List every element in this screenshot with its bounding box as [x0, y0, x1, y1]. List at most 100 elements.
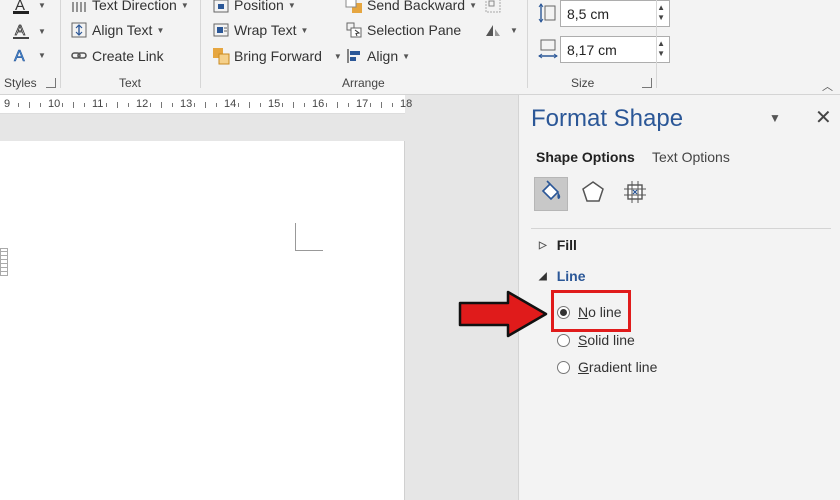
- close-icon[interactable]: ✕: [815, 105, 832, 130]
- group-objects-icon: [484, 0, 502, 14]
- text-group-label: Text: [119, 76, 142, 90]
- ruler-tick: [249, 102, 250, 108]
- ruler-tick: [84, 103, 85, 107]
- ruler-number: 15: [268, 98, 281, 110]
- solid-line-radio[interactable]: [557, 333, 570, 347]
- shape-width-input[interactable]: 8,17 cm ▲ ▼: [560, 36, 670, 63]
- spin-up-icon[interactable]: ▲: [657, 3, 665, 13]
- styles-dialog-launcher[interactable]: [46, 78, 56, 88]
- size-properties-icon: [622, 179, 648, 210]
- ruler-number: 12: [136, 98, 149, 110]
- pane-title: Format Shape: [531, 105, 684, 132]
- ruler-number: 18: [400, 98, 413, 110]
- selection-pane-icon: [345, 21, 363, 39]
- ruler-tick: [392, 103, 393, 107]
- ruler-tick: [194, 103, 195, 107]
- chevron-down-icon: ▼: [156, 25, 165, 35]
- chevron-down-icon: ▼: [180, 0, 189, 10]
- gradient-line-radio[interactable]: [557, 360, 570, 374]
- ruler-tick: [161, 102, 162, 108]
- bring-forward-button[interactable]: Bring Forward ▼: [212, 45, 342, 67]
- wrap-text-button[interactable]: Wrap Text ▼: [212, 19, 308, 41]
- fill-section-header[interactable]: ▷ Fill: [539, 237, 577, 253]
- text-fill-button[interactable]: A ▼: [12, 20, 46, 42]
- ruler-number: 16: [312, 98, 325, 110]
- horizontal-ruler[interactable]: 9 10 11 12 13 14 15 16 17 18: [0, 95, 412, 114]
- align-text-button[interactable]: Align Text ▼: [70, 19, 164, 41]
- ruler-number: 13: [180, 98, 193, 110]
- group-separator: [656, 0, 657, 88]
- document-page[interactable]: [0, 141, 405, 500]
- bring-forward-icon: [212, 47, 230, 65]
- svg-text:A: A: [14, 48, 25, 64]
- text-effects-button[interactable]: A ▼: [12, 44, 46, 66]
- styles-group-label: Styles: [4, 76, 37, 90]
- chevron-down-icon: ▼: [38, 0, 46, 10]
- chevron-down-icon: ▼: [333, 51, 342, 61]
- text-outline-button[interactable]: A ▼: [12, 0, 46, 16]
- spin-down-icon[interactable]: ▼: [657, 13, 665, 23]
- red-arrow-icon: [458, 290, 548, 338]
- chevron-down-icon: ▼: [402, 51, 411, 61]
- collapse-ribbon-icon[interactable]: ︿: [822, 78, 833, 94]
- ruler-tick: [117, 102, 118, 108]
- spin-up-icon[interactable]: ▲: [657, 39, 665, 49]
- ruler-tick: [150, 103, 151, 107]
- chevron-down-icon: ▼: [300, 25, 309, 35]
- pane-options-chevron-icon[interactable]: ▼: [769, 111, 781, 125]
- selection-pane-button[interactable]: Selection Pane: [345, 19, 461, 41]
- create-link-button[interactable]: Create Link: [70, 45, 164, 67]
- rotate-button[interactable]: ▼: [484, 19, 518, 41]
- tab-text-options[interactable]: Text Options: [652, 149, 730, 165]
- document-area: [0, 114, 518, 500]
- ruler-tick: [304, 103, 305, 107]
- align-text-icon: [70, 21, 88, 39]
- group-objects-button[interactable]: [484, 0, 506, 16]
- ruler-tick: [282, 103, 283, 107]
- send-backward-button[interactable]: Send Backward ▼: [345, 0, 477, 16]
- group-separator: [200, 0, 201, 88]
- ruler-tick: [348, 103, 349, 107]
- ruler-number: 17: [356, 98, 369, 110]
- shape-width-icon: [538, 38, 558, 65]
- ruler-tick: [205, 102, 206, 108]
- margin-corner-mark: [295, 223, 323, 251]
- width-spinner[interactable]: ▲ ▼: [657, 39, 665, 59]
- spin-down-icon[interactable]: ▼: [657, 49, 665, 59]
- group-separator: [527, 0, 528, 88]
- text-effects-icon: A: [12, 46, 30, 64]
- ruler-tick: [18, 103, 19, 107]
- solid-line-option[interactable]: Solid line: [557, 332, 635, 348]
- position-button[interactable]: Position ▼: [212, 0, 296, 16]
- fill-and-line-tab[interactable]: [534, 177, 568, 211]
- gradient-line-option[interactable]: Gradient line: [557, 359, 657, 375]
- arrange-group-label: Arrange: [342, 76, 385, 90]
- ruler-tick: [73, 102, 74, 108]
- ruler-tick: [62, 103, 63, 107]
- ruler-tick: [260, 103, 261, 107]
- align-button[interactable]: Align ▼: [345, 45, 410, 67]
- effects-tab[interactable]: [576, 177, 610, 211]
- send-backward-icon: [345, 0, 363, 14]
- pane-divider: [531, 228, 831, 229]
- ribbon: A ▼ A ▼ A ▼ Styles Text Direction ▼ Align…: [0, 0, 840, 95]
- ruler-tick: [326, 103, 327, 107]
- expand-triangle-icon: ▷: [539, 239, 547, 251]
- line-section-header[interactable]: ◢ Line: [539, 268, 585, 284]
- chevron-down-icon: ▼: [287, 0, 296, 10]
- text-direction-button[interactable]: Text Direction ▼: [70, 0, 189, 16]
- group-separator: [60, 0, 61, 88]
- ruler-tick: [216, 103, 217, 107]
- tab-shape-options[interactable]: Shape Options: [536, 149, 635, 165]
- highlight-box: [551, 290, 631, 332]
- height-spinner[interactable]: ▲ ▼: [657, 3, 665, 23]
- paint-bucket-icon: [538, 179, 564, 210]
- shape-resize-handle[interactable]: [0, 248, 8, 276]
- size-dialog-launcher[interactable]: [642, 78, 652, 88]
- shape-height-input[interactable]: 8,5 cm ▲ ▼: [560, 0, 670, 27]
- chevron-down-icon: ▼: [38, 50, 46, 60]
- chevron-down-icon: ▼: [510, 25, 518, 35]
- svg-text:A: A: [15, 22, 25, 39]
- collapse-triangle-icon: ◢: [539, 270, 547, 282]
- size-properties-tab[interactable]: [618, 177, 652, 211]
